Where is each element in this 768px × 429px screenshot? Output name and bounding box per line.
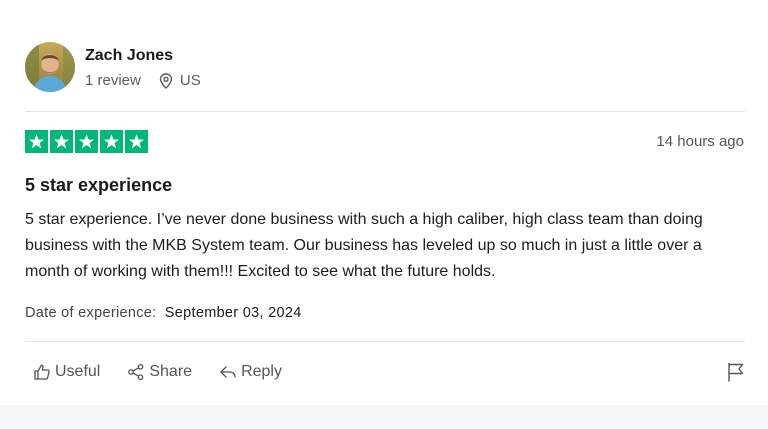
- reply-icon: [219, 363, 237, 381]
- page-footer-band: [0, 405, 768, 429]
- review-timestamp: 14 hours ago: [656, 133, 744, 150]
- star-icon: [125, 130, 148, 153]
- avatar[interactable]: [25, 42, 75, 92]
- useful-button[interactable]: Useful: [33, 362, 100, 382]
- reviewer-info: Zach Jones 1 review US: [85, 45, 201, 90]
- star-icon: [25, 130, 48, 153]
- flag-icon[interactable]: [726, 362, 746, 382]
- review-body: 5 star experience. I’ve never done busin…: [25, 211, 703, 280]
- star-rating: [25, 130, 148, 153]
- reviewer-name[interactable]: Zach Jones: [85, 46, 201, 66]
- review-card: Zach Jones 1 review US 14 hours ago 5 st…: [0, 0, 768, 405]
- review-title: 5 star experience: [25, 175, 173, 195]
- reply-label: Reply: [241, 363, 282, 380]
- date-of-experience: Date of experience: September 03, 2024: [25, 304, 302, 322]
- thumbs-up-icon: [33, 363, 51, 381]
- share-button[interactable]: Share: [127, 362, 192, 382]
- reply-button[interactable]: Reply: [219, 362, 282, 382]
- experience-date: September 03, 2024: [164, 305, 302, 321]
- map-pin-icon: [159, 72, 173, 89]
- star-icon: [75, 130, 98, 153]
- reviewer-meta: 1 review US: [85, 72, 201, 90]
- share-icon: [127, 363, 145, 381]
- reviewer-country: US: [179, 71, 201, 89]
- useful-label: Useful: [55, 363, 101, 380]
- experience-label: Date of experience:: [25, 305, 157, 321]
- avatar-image: [25, 42, 75, 92]
- reviewer-header: Zach Jones 1 review US: [25, 42, 201, 92]
- divider: [25, 111, 745, 112]
- share-label: Share: [149, 363, 193, 380]
- divider: [25, 341, 745, 342]
- review-count: 1 review: [85, 71, 141, 89]
- star-icon: [100, 130, 123, 153]
- review-actions: Useful Share Reply: [33, 362, 309, 382]
- star-icon: [50, 130, 73, 153]
